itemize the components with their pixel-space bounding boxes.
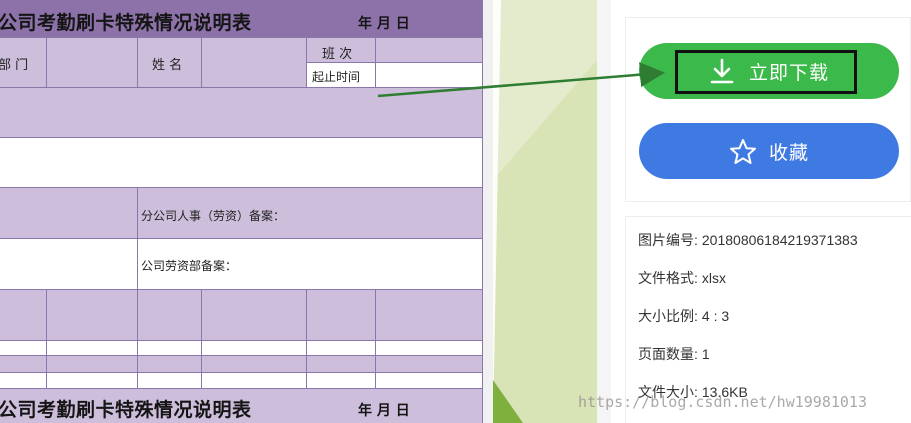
grid-cell (0, 341, 47, 356)
sheet-title: 公司考勤刷卡特殊情况说明表 (0, 12, 252, 34)
info-row-pages: 页面数量: 1 (638, 344, 710, 364)
info-value: xlsx (701, 270, 727, 286)
grid-cell (307, 341, 376, 356)
file-info-card: 图片编号: 20180806184219371383 文件格式: xlsx 大小比例… (625, 216, 911, 423)
shift-value-cell (376, 38, 483, 63)
sheet-row (0, 138, 483, 188)
grid-cell (307, 356, 376, 373)
download-button[interactable]: 立即下载 (639, 43, 899, 99)
grid-cell (47, 373, 138, 389)
period-value-cell (376, 63, 483, 88)
grid-cell (376, 356, 483, 373)
name-label: 姓 名 (152, 58, 183, 73)
grid-cell (202, 373, 307, 389)
info-row-format: 文件格式: xlsx (638, 268, 726, 288)
info-value: 1 (701, 346, 710, 362)
name-value-cell (202, 38, 307, 88)
info-value: 4 : 3 (701, 308, 730, 324)
grid-cell (307, 373, 376, 389)
star-icon (729, 138, 756, 164)
decorative-leaf-panel (493, 0, 597, 423)
info-key: 页面数量: (638, 346, 698, 362)
sheet-date-label: 年 月 日 (358, 16, 410, 32)
shift-label: 班 次 (322, 47, 353, 62)
dept-label: 部 门 (0, 58, 29, 73)
company-labor-label: 公司劳资部备案： (141, 259, 238, 273)
spreadsheet-preview: 公司考勤刷卡特殊情况说明表 年 月 日 部 门 姓 名 班 次 起止时间 分公司… (0, 0, 483, 423)
period-label: 起止时间 (312, 70, 361, 84)
download-label: 立即下载 (748, 61, 829, 84)
grid-cell (47, 341, 138, 356)
grid-cell (0, 373, 47, 389)
grid-cell (376, 290, 483, 341)
sheet-title-2: 公司考勤刷卡特殊情况说明表 (0, 399, 252, 421)
grid-cell (138, 290, 202, 341)
grid-cell (376, 341, 483, 356)
grid-cell (0, 356, 47, 373)
grid-cell (202, 341, 307, 356)
preview-gap (483, 0, 493, 423)
grid-cell (376, 373, 483, 389)
grid-cell (307, 290, 376, 341)
grid-cell (0, 290, 47, 341)
info-key: 文件格式: (638, 270, 698, 286)
info-row-ratio: 大小比例: 4 : 3 (638, 306, 729, 326)
grid-cell (202, 290, 307, 341)
favorite-label: 收藏 (768, 141, 809, 164)
sidebar-divider (597, 0, 611, 423)
sheet-row (0, 188, 138, 239)
info-key: 图片编号: (638, 232, 698, 248)
dept-value-cell (47, 38, 138, 88)
favorite-button[interactable]: 收藏 (639, 123, 899, 179)
grid-cell (47, 290, 138, 341)
watermark: https://blog.csdn.net/hw19981013 (578, 393, 867, 411)
info-row-image-id: 图片编号: 20180806184219371383 (638, 230, 858, 250)
grid-cell (138, 373, 202, 389)
info-key: 大小比例: (638, 308, 698, 324)
grid-cell (138, 341, 202, 356)
grid-cell (202, 356, 307, 373)
branch-hr-label: 分公司人事（劳资）备案： (141, 209, 286, 223)
grid-cell (138, 356, 202, 373)
sheet-row (0, 88, 483, 138)
sheet-row (0, 239, 138, 290)
grid-cell (47, 356, 138, 373)
sheet-date-label-2: 年 月 日 (358, 403, 410, 419)
info-value: 20180806184219371383 (701, 232, 858, 248)
action-card: 立即下载 收藏 (625, 17, 911, 202)
